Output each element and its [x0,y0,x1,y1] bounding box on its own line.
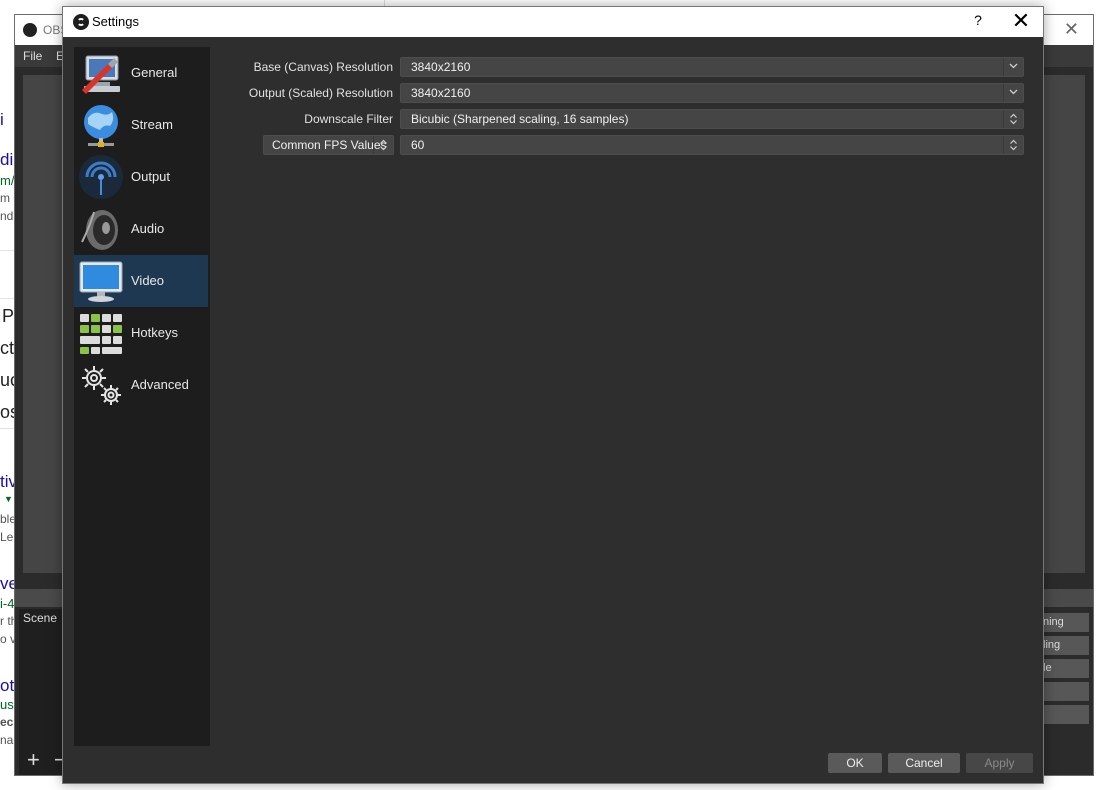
sidebar-item-label: Audio [131,221,165,236]
downscale-filter-value: Bicubic (Sharpened scaling, 16 samples) [411,112,629,126]
sidebar-item-output[interactable]: Output [74,151,208,203]
start-recording-button[interactable]: ling [1037,636,1089,655]
help-button[interactable]: ? [971,12,985,28]
bg-text-fragment: m/ [0,173,15,188]
sidebar-item-label: Stream [131,117,173,132]
obs-logo-icon [23,23,37,37]
hotkeys-keyboard-icon [80,314,122,354]
dialog-title: Settings [92,14,139,29]
bg-text-fragment: P [2,306,15,326]
fps-value: 60 [411,138,425,152]
bg-text-fragment: di [0,150,14,169]
sidebar-item-label: Hotkeys [131,325,178,340]
obs-main-close-icon[interactable]: ✕ [1064,19,1079,40]
sidebar-item-video[interactable]: Video [74,255,208,307]
base-resolution-label: Base (Canvas) Resolution [253,60,393,74]
bg-text-fragment: us [0,697,14,712]
studio-mode-button[interactable]: le [1037,659,1089,678]
up-down-arrows-icon[interactable] [373,136,393,154]
sidebar-item-label: General [131,65,178,80]
downscale-filter-select[interactable]: Bicubic (Sharpened scaling, 16 samples) [400,109,1024,129]
bg-text-fragment: Le [0,530,14,544]
bg-text-fragment: i-4 [0,596,15,611]
scene-tools: + − [27,747,67,773]
obs-logo-icon [73,14,89,30]
fps-value-select[interactable]: 60 [400,135,1024,155]
bg-text-fragment: nd [0,209,14,223]
base-resolution-combo[interactable]: 3840x2160 [400,57,1024,77]
general-icon [82,55,120,94]
chevron-down-icon[interactable] [1003,58,1023,76]
sidebar-item-general[interactable]: General [74,47,208,99]
menu-file[interactable]: File [23,49,42,63]
exit-button[interactable] [1037,705,1089,724]
bg-text-fragment: ec [0,715,14,729]
sidebar-item-audio[interactable]: Audio [74,203,208,255]
up-down-arrows-icon[interactable] [1003,110,1023,128]
advanced-gears-icon [82,366,121,405]
add-scene-button[interactable]: + [27,747,40,772]
output-resolution-combo[interactable]: 3840x2160 [400,83,1024,103]
sidebar-item-stream[interactable]: Stream [74,99,208,151]
sidebar-item-advanced[interactable]: Advanced [74,359,208,411]
output-broadcast-icon [79,155,123,199]
base-resolution-value: 3840x2160 [411,60,471,74]
up-down-arrows-icon[interactable] [1003,136,1023,154]
ok-button[interactable]: OK [828,753,882,773]
stream-globe-icon [84,105,118,147]
close-button[interactable]: ✕ [1011,8,1031,34]
scenes-header: Scene [23,611,58,625]
bg-text-fragment: ▼ [4,494,13,504]
downscale-filter-label: Downscale Filter [304,112,393,126]
sidebar-item-label: Output [131,169,171,184]
sidebar-item-label: Video [131,273,165,288]
sidebar-item-label: Advanced [131,377,189,392]
output-resolution-value: 3840x2160 [411,86,471,100]
bg-text-fragment: i [0,110,4,129]
sidebar-item-hotkeys[interactable]: Hotkeys [74,307,208,359]
dialog-titlebar: Settings ? ✕ [63,7,1043,37]
fps-type-select[interactable]: Common FPS Values [263,135,394,155]
output-resolution-label: Output (Scaled) Resolution [248,86,393,100]
cancel-button[interactable]: Cancel [888,753,960,773]
start-streaming-button[interactable]: ning [1037,613,1089,632]
fps-type-value: Common FPS Values [272,138,387,152]
video-monitor-icon [79,261,123,302]
audio-speaker-icon [81,210,118,250]
settings-sidebar: General Stream Output Audio Video Hotkey… [74,47,210,746]
chevron-down-icon[interactable] [1003,84,1023,102]
apply-button[interactable]: Apply [966,753,1033,773]
settings-button[interactable] [1037,682,1089,701]
settings-dialog: Settings ? ✕ General Stream Output Audio… [62,6,1044,784]
bg-text-fragment: ct [0,338,15,358]
